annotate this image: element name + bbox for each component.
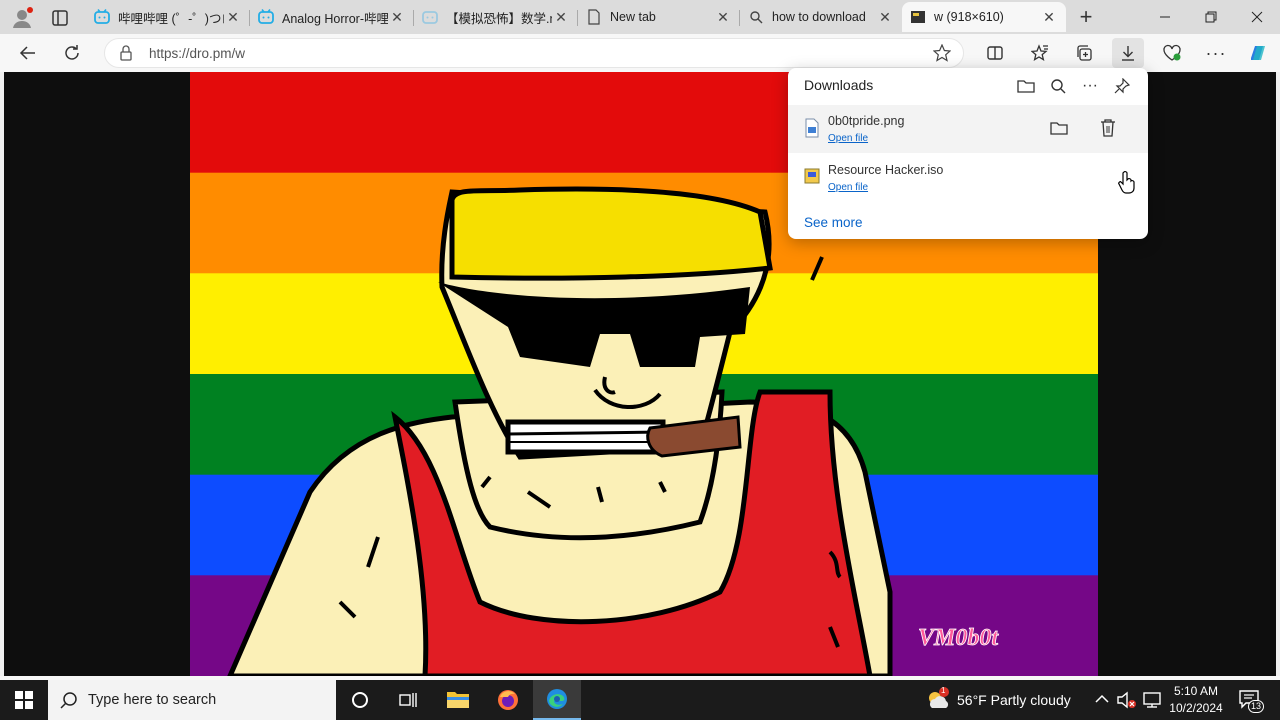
- close-icon[interactable]: ✕: [876, 8, 894, 26]
- tab-title: New tab: [610, 10, 656, 24]
- iso-file-icon: [804, 167, 820, 190]
- clock-time: 5:10 AM: [1173, 684, 1219, 698]
- tab-title: w (918×610): [934, 10, 1004, 24]
- minimize-button[interactable]: [1142, 0, 1188, 34]
- close-window-button[interactable]: [1234, 0, 1280, 34]
- address-bar-row: https://dro.pm/w ···: [0, 34, 1280, 72]
- lock-icon[interactable]: [119, 45, 133, 66]
- mouth: [505, 419, 666, 455]
- search-icon: [60, 691, 78, 714]
- tab-strip: 哔哩哔哩 (゜-゜)つロ ✕ Analog Horror-哔哩 ✕ 【模拟恐怖】…: [0, 0, 1280, 34]
- delete-icon[interactable]: [1100, 119, 1116, 142]
- open-file-link[interactable]: Open file: [828, 182, 868, 193]
- open-file-link[interactable]: Open file: [828, 133, 868, 144]
- download-filename: Resource Hacker.iso: [828, 163, 944, 177]
- taskbar-clock[interactable]: 5:10 AM 10/2/2024: [1166, 683, 1226, 717]
- page-icon: [586, 9, 602, 25]
- see-more-link[interactable]: See more: [804, 215, 863, 230]
- more-options-icon[interactable]: ···: [1078, 74, 1102, 98]
- profile-avatar[interactable]: [10, 6, 34, 30]
- more-options-icon[interactable]: ···: [1200, 38, 1232, 68]
- weather-icon[interactable]: 1: [924, 686, 952, 714]
- close-icon[interactable]: ✕: [388, 8, 406, 26]
- url-text[interactable]: https://dro.pm/w: [149, 46, 245, 61]
- bilibili-icon: [422, 9, 438, 25]
- copilot-icon[interactable]: [1242, 38, 1274, 68]
- task-view-icon[interactable]: [384, 680, 432, 720]
- refresh-button[interactable]: [56, 38, 88, 68]
- image-thumbnail-icon: [910, 9, 926, 25]
- weather-badge: 1: [941, 686, 946, 695]
- restore-button[interactable]: [1188, 0, 1234, 34]
- address-bar[interactable]: https://dro.pm/w: [104, 38, 964, 68]
- close-icon[interactable]: ✕: [552, 8, 570, 26]
- downloads-title: Downloads: [804, 77, 874, 93]
- search-downloads-icon[interactable]: [1046, 74, 1070, 98]
- tab-bilibili-home[interactable]: 哔哩哔哩 (゜-゜)つロ ✕: [86, 2, 250, 32]
- start-button[interactable]: [0, 680, 48, 720]
- download-item[interactable]: 0b0tpride.png Open file: [788, 105, 1148, 153]
- close-icon[interactable]: ✕: [714, 8, 732, 26]
- bilibili-icon: [94, 9, 110, 25]
- favorite-star-icon[interactable]: [932, 43, 952, 67]
- tab-title: how to download: [772, 10, 866, 24]
- tab-title: Analog Horror-哔哩: [282, 11, 388, 26]
- back-button[interactable]: [12, 38, 44, 68]
- search-icon: [748, 9, 764, 25]
- taskbar-search-box[interactable]: Type here to search: [48, 680, 336, 720]
- weather-text[interactable]: 56°F Partly cloudy: [957, 692, 1071, 708]
- tab-math-horror[interactable]: 【模拟恐怖】数学.mp ✕: [414, 2, 578, 32]
- cortana-icon[interactable]: [336, 680, 384, 720]
- clock-date: 10/2/2024: [1169, 701, 1223, 715]
- file-explorer-icon[interactable]: [434, 680, 482, 720]
- close-icon[interactable]: ✕: [1040, 8, 1058, 26]
- tab-image-active[interactable]: w (918×610) ✕: [902, 2, 1066, 32]
- notification-count-badge: 13: [1248, 700, 1265, 713]
- pin-icon[interactable]: [1110, 74, 1134, 98]
- yellow-cap: [449, 186, 773, 281]
- tab-new-tab[interactable]: New tab ✕: [578, 2, 740, 32]
- search-placeholder: Type here to search: [88, 692, 217, 708]
- tab-search[interactable]: how to download ✕: [740, 2, 902, 32]
- browser-essentials-icon[interactable]: [1156, 38, 1188, 68]
- collections-icon[interactable]: [1068, 38, 1100, 68]
- firefox-icon[interactable]: [484, 680, 532, 720]
- windows-taskbar: Type here to search 1 56°F Partly cloudy…: [0, 680, 1280, 720]
- network-icon[interactable]: [1142, 691, 1162, 714]
- tab-title: 【模拟恐怖】数学.mp: [446, 11, 552, 26]
- downloads-icon[interactable]: [1112, 38, 1144, 68]
- favorites-icon[interactable]: [1024, 38, 1056, 68]
- split-screen-icon[interactable]: [979, 38, 1011, 68]
- new-tab-button[interactable]: +: [1072, 4, 1100, 30]
- close-icon[interactable]: ✕: [224, 8, 242, 26]
- download-item[interactable]: Resource Hacker.iso Open file: [788, 154, 1148, 202]
- download-filename: 0b0tpride.png: [828, 114, 905, 128]
- tab-title: 哔哩哔哩 (゜-゜)つロ: [118, 11, 224, 26]
- mouse-cursor-hand-icon: [1118, 170, 1136, 199]
- show-in-folder-icon[interactable]: [1050, 120, 1068, 141]
- notifications-icon[interactable]: 13: [1238, 689, 1265, 713]
- bilibili-icon: [258, 9, 274, 25]
- edge-icon[interactable]: [533, 680, 581, 720]
- open-downloads-folder-icon[interactable]: [1014, 74, 1038, 98]
- tab-actions-icon[interactable]: [50, 8, 70, 28]
- show-hidden-icons-chevron-icon[interactable]: [1094, 692, 1110, 711]
- speaker-muted-icon[interactable]: [1116, 691, 1138, 714]
- image-file-icon: [804, 118, 820, 143]
- artist-signature: VM0b0t: [918, 625, 999, 651]
- tab-analog-horror[interactable]: Analog Horror-哔哩 ✕: [250, 2, 414, 32]
- downloads-flyout: Downloads ··· 0b0tpride.png Open file Re…: [788, 68, 1148, 239]
